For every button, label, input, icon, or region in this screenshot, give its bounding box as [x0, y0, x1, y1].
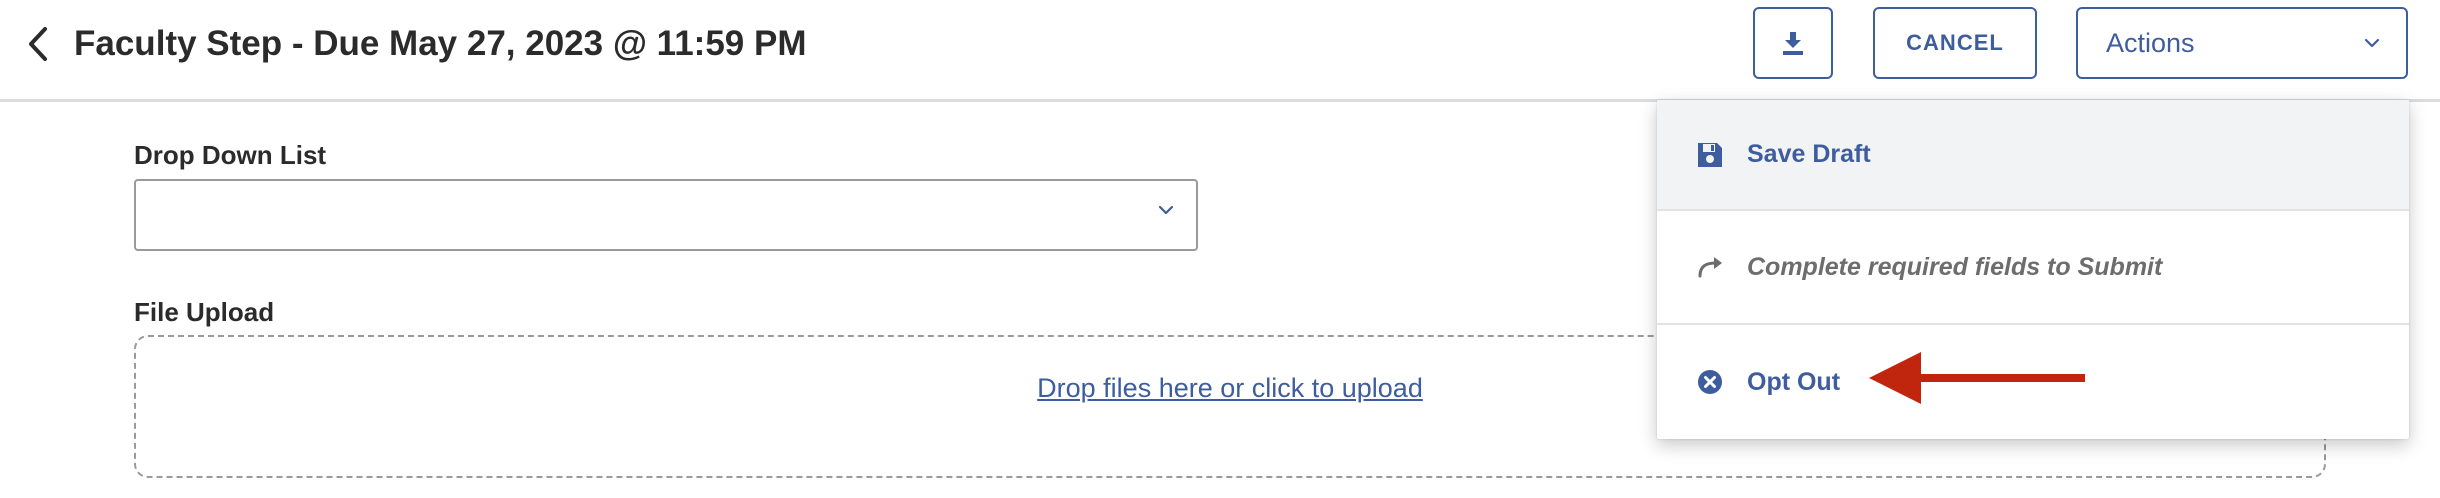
page: Faculty Step - Due May 27, 2023 @ 11:59 …: [0, 0, 2440, 498]
chevron-left-icon: [29, 27, 47, 61]
floppy-disk-icon: [1693, 138, 1727, 172]
chevron-down-icon: [1158, 205, 1174, 215]
menu-item-save-draft[interactable]: Save Draft: [1657, 100, 2409, 211]
menu-item-submit[interactable]: Complete required fields to Submit: [1657, 211, 2409, 325]
download-button[interactable]: [1753, 7, 1833, 79]
chevron-down-icon: [2364, 38, 2380, 48]
annotation-arrow-icon: [1869, 352, 2085, 404]
circle-x-icon: [1693, 365, 1727, 399]
menu-item-label: Opt Out: [1747, 367, 1841, 396]
back-button[interactable]: [18, 24, 58, 64]
file-upload-label: File Upload: [134, 297, 275, 327]
page-title: Faculty Step - Due May 27, 2023 @ 11:59 …: [74, 24, 807, 63]
dropdown-label: Drop Down List: [134, 140, 327, 170]
actions-label: Actions: [2106, 27, 2195, 58]
drop-down-list-select[interactable]: [134, 179, 1198, 251]
cancel-button[interactable]: CANCEL: [1873, 7, 2037, 79]
header-bar: Faculty Step - Due May 27, 2023 @ 11:59 …: [0, 0, 2440, 102]
menu-item-label: Save Draft: [1747, 140, 1871, 168]
share-arrow-icon: [1693, 250, 1727, 284]
menu-item-label: Complete required fields to Submit: [1747, 252, 2163, 281]
download-icon: [1783, 32, 1803, 55]
actions-dropdown[interactable]: Actions: [2076, 7, 2408, 79]
